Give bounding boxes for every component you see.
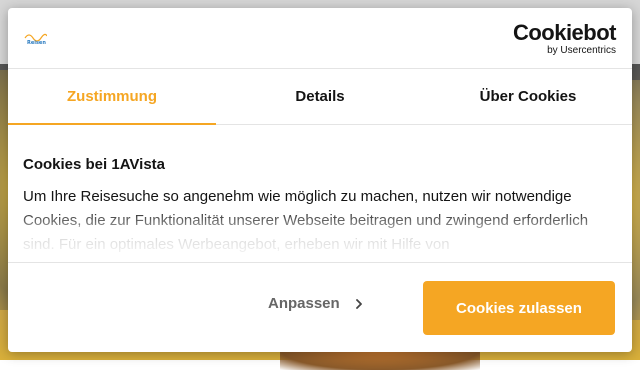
dialog-header: Reisen Cookiebot by Usercentrics [8, 8, 632, 69]
dialog-footer: Anpassen Cookies zulassen [8, 262, 632, 352]
svg-text:Reisen: Reisen [27, 40, 46, 46]
tab-bar: Zustimmung Details Über Cookies [8, 69, 632, 125]
content-fade-overlay [8, 208, 632, 263]
customize-label: Anpassen [268, 295, 340, 312]
customize-button[interactable]: Anpassen [268, 295, 364, 312]
tab-details[interactable]: Details [216, 69, 424, 124]
1avista-logo-icon: Reisen [24, 33, 47, 46]
consent-title: Cookies bei 1AVista [23, 156, 166, 173]
allow-cookies-button[interactable]: Cookies zulassen [423, 281, 615, 335]
tab-about-cookies[interactable]: Über Cookies [424, 69, 632, 124]
cookiebot-subtitle: by Usercentrics [547, 45, 616, 56]
chevron-right-icon [355, 298, 362, 309]
cookiebot-brand[interactable]: Cookiebot by Usercentrics [512, 20, 617, 57]
cookiebot-name: Cookiebot [512, 20, 617, 45]
tab-consent[interactable]: Zustimmung [8, 69, 216, 125]
cookie-consent-dialog: Reisen Cookiebot by Usercentrics Zustimm… [8, 8, 632, 352]
